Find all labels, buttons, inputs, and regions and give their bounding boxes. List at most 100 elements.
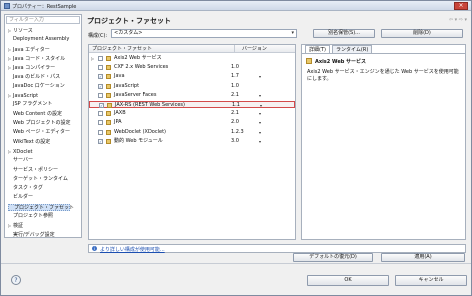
chevron-down-icon: ▾: [291, 30, 294, 36]
tree-item[interactable]: Web Content の設定: [8, 111, 62, 118]
tree-item[interactable]: Web ページ・エディター: [8, 129, 70, 136]
facet-row[interactable]: ✓ Java 1.7 ▾: [89, 73, 295, 80]
version-dropdown-icon[interactable]: ▾: [259, 110, 261, 117]
column-header-version[interactable]: バージョン: [234, 45, 295, 53]
tree-item[interactable]: サービス・ポリシー: [8, 167, 58, 174]
tree-item[interactable]: Java のビルド・パス: [8, 74, 60, 81]
facet-icon: [106, 92, 111, 98]
close-button[interactable]: ×: [454, 2, 468, 10]
tree-item[interactable]: 実行/デバッグ設定: [8, 232, 55, 239]
version-dropdown-icon[interactable]: ▾: [260, 102, 262, 109]
tree-item[interactable]: ▷ Java コード・スタイル: [8, 55, 65, 62]
tree-item[interactable]: Deployment Assembly: [8, 36, 69, 43]
tree-item[interactable]: ▷ 検証: [8, 222, 23, 229]
facet-checkbox[interactable]: ✓: [98, 138, 103, 144]
tree-item[interactable]: ターゲット・ランタイム: [8, 176, 68, 183]
history-nav-icons[interactable]: ⇦ ▾ ⇨ ▾: [449, 17, 467, 23]
tree-item[interactable]: ▷ リソース: [8, 27, 33, 34]
restore-defaults-button[interactable]: デフォルトの復元(D): [293, 253, 373, 262]
tree-item-label: Java エディター: [13, 46, 50, 53]
tree-item-label: JavaDoc ロケーション: [13, 82, 65, 89]
facet-row[interactable]: ✓ JAX-RS (REST Web Services) 1.1 ▾: [89, 101, 295, 108]
column-header-facet[interactable]: プロジェクト・ファセット: [89, 45, 234, 53]
facet-row[interactable]: ▷ Axis2 Web サービス: [89, 55, 295, 62]
facet-row[interactable]: CXF 2.x Web Services 1.0: [89, 64, 295, 71]
version-dropdown-icon[interactable]: ▾: [259, 138, 261, 145]
facet-checkbox[interactable]: [98, 120, 103, 126]
facet-checkbox[interactable]: [98, 65, 103, 71]
tree-item-label: プロジェクト・ファセット: [14, 204, 75, 211]
tree-item[interactable]: ▷ Java コンパイラー: [8, 64, 55, 71]
configuration-value: <カスタム>: [114, 30, 143, 36]
tree-item-label: XDoclet: [13, 148, 33, 155]
apply-button[interactable]: 適用(A): [381, 253, 465, 262]
facet-icon: [106, 129, 111, 135]
tree-item-label: Web プロジェクトの設定: [13, 120, 71, 126]
facet-row[interactable]: JPA 2.0 ▾: [89, 119, 295, 126]
version-dropdown-icon[interactable]: ▾: [259, 73, 261, 80]
delete-button[interactable]: 削除(D): [381, 29, 463, 38]
tree-item-label: プロジェクト参照: [13, 213, 54, 219]
facet-icon: [306, 58, 312, 64]
facet-checkbox[interactable]: [98, 56, 103, 61]
tree-item-label: タスク・タグ: [13, 185, 43, 192]
tree-item[interactable]: ▷ Java エディター: [8, 46, 50, 53]
page-title: プロジェクト・ファセット: [87, 17, 171, 25]
facet-checkbox[interactable]: ✓: [98, 74, 103, 80]
facet-version[interactable]: 2.1: [231, 92, 239, 99]
facet-version[interactable]: 1.2.3: [231, 129, 244, 136]
tree-item[interactable]: プロジェクト参照: [8, 213, 53, 220]
tree-item[interactable]: Web プロジェクトの設定: [8, 120, 71, 127]
facet-row[interactable]: ✓ 動的 Web モジュール 3.0 ▾: [89, 138, 295, 145]
tab-details[interactable]: 詳細(T): [305, 45, 330, 53]
tree-item[interactable]: JavaDoc ロケーション: [8, 83, 65, 90]
tree-item-label: ビルダー: [13, 194, 34, 201]
facet-version[interactable]: 1.1: [232, 102, 240, 109]
facet-icon: [106, 120, 111, 126]
save-as-button[interactable]: 別名保管(S)...: [313, 29, 375, 38]
facet-name: JavaServer Faces: [114, 91, 157, 98]
version-dropdown-icon[interactable]: ▾: [259, 129, 261, 136]
facet-row[interactable]: JavaServer Faces 2.1 ▾: [89, 92, 295, 99]
facet-icon: [106, 83, 111, 89]
tree-item-label: 検証: [13, 223, 24, 230]
version-dropdown-icon[interactable]: ▾: [259, 92, 261, 99]
configuration-select[interactable]: <カスタム> ▾: [111, 29, 297, 38]
tree-item[interactable]: ▷ JavaScript: [8, 92, 38, 99]
ok-button[interactable]: OK: [307, 275, 389, 286]
facet-checkbox[interactable]: [98, 111, 103, 117]
tree-item-label: 実行/デバッグ設定: [13, 231, 55, 238]
facet-version[interactable]: 2.0: [231, 119, 239, 126]
facet-icon: [106, 65, 111, 71]
facet-icon: [106, 111, 111, 117]
facet-checkbox[interactable]: [98, 129, 103, 135]
facet-name: JAXB: [114, 110, 126, 117]
tree-item[interactable]: JSP フラグメント: [8, 101, 52, 108]
tree-item[interactable]: ▷ XDoclet: [8, 148, 33, 155]
expand-arrow-icon[interactable]: ▷: [91, 55, 94, 62]
facet-row[interactable]: JAXB 2.1 ▾: [89, 110, 295, 117]
cancel-button[interactable]: キャンセル: [395, 275, 467, 286]
advanced-config-link[interactable]: より詳しい構成が使用可能...: [100, 246, 165, 253]
facet-version[interactable]: 1.7: [231, 73, 239, 80]
properties-dialog: プロパティー：RestSample × フィルター入力 ▷ リソース Deploym…: [0, 0, 472, 296]
filter-input[interactable]: フィルター入力: [6, 16, 80, 24]
facet-row[interactable]: WebDoclet (XDoclet) 1.2.3 ▾: [89, 129, 295, 136]
facet-version[interactable]: 3.0: [231, 138, 239, 145]
facet-checkbox[interactable]: ✓: [98, 83, 103, 89]
tree-item[interactable]: ビルダー: [8, 194, 33, 201]
tree-item[interactable]: プロジェクト・ファセット: [8, 203, 74, 211]
tree-item[interactable]: タスク・タグ: [8, 185, 43, 192]
tree-item[interactable]: WikiText の設定: [8, 139, 50, 146]
facet-version[interactable]: 2.1: [231, 110, 239, 117]
facet-row[interactable]: ✓ JavaScript 1.0: [89, 83, 295, 90]
help-icon[interactable]: ?: [11, 275, 21, 285]
facet-checkbox[interactable]: ✓: [99, 103, 104, 108]
facets-table: プロジェクト・ファセット バージョン ▷ Axis2 Web サービス CXF 2.…: [88, 44, 296, 240]
tree-item-label: Web ページ・エディター: [13, 129, 71, 136]
tab-runtime[interactable]: ランタイム(R): [332, 45, 373, 53]
facet-name: 動的 Web モジュール: [114, 137, 163, 144]
tree-item[interactable]: サーバー: [8, 157, 33, 164]
version-dropdown-icon[interactable]: ▾: [259, 119, 261, 126]
facet-checkbox[interactable]: [98, 92, 103, 98]
